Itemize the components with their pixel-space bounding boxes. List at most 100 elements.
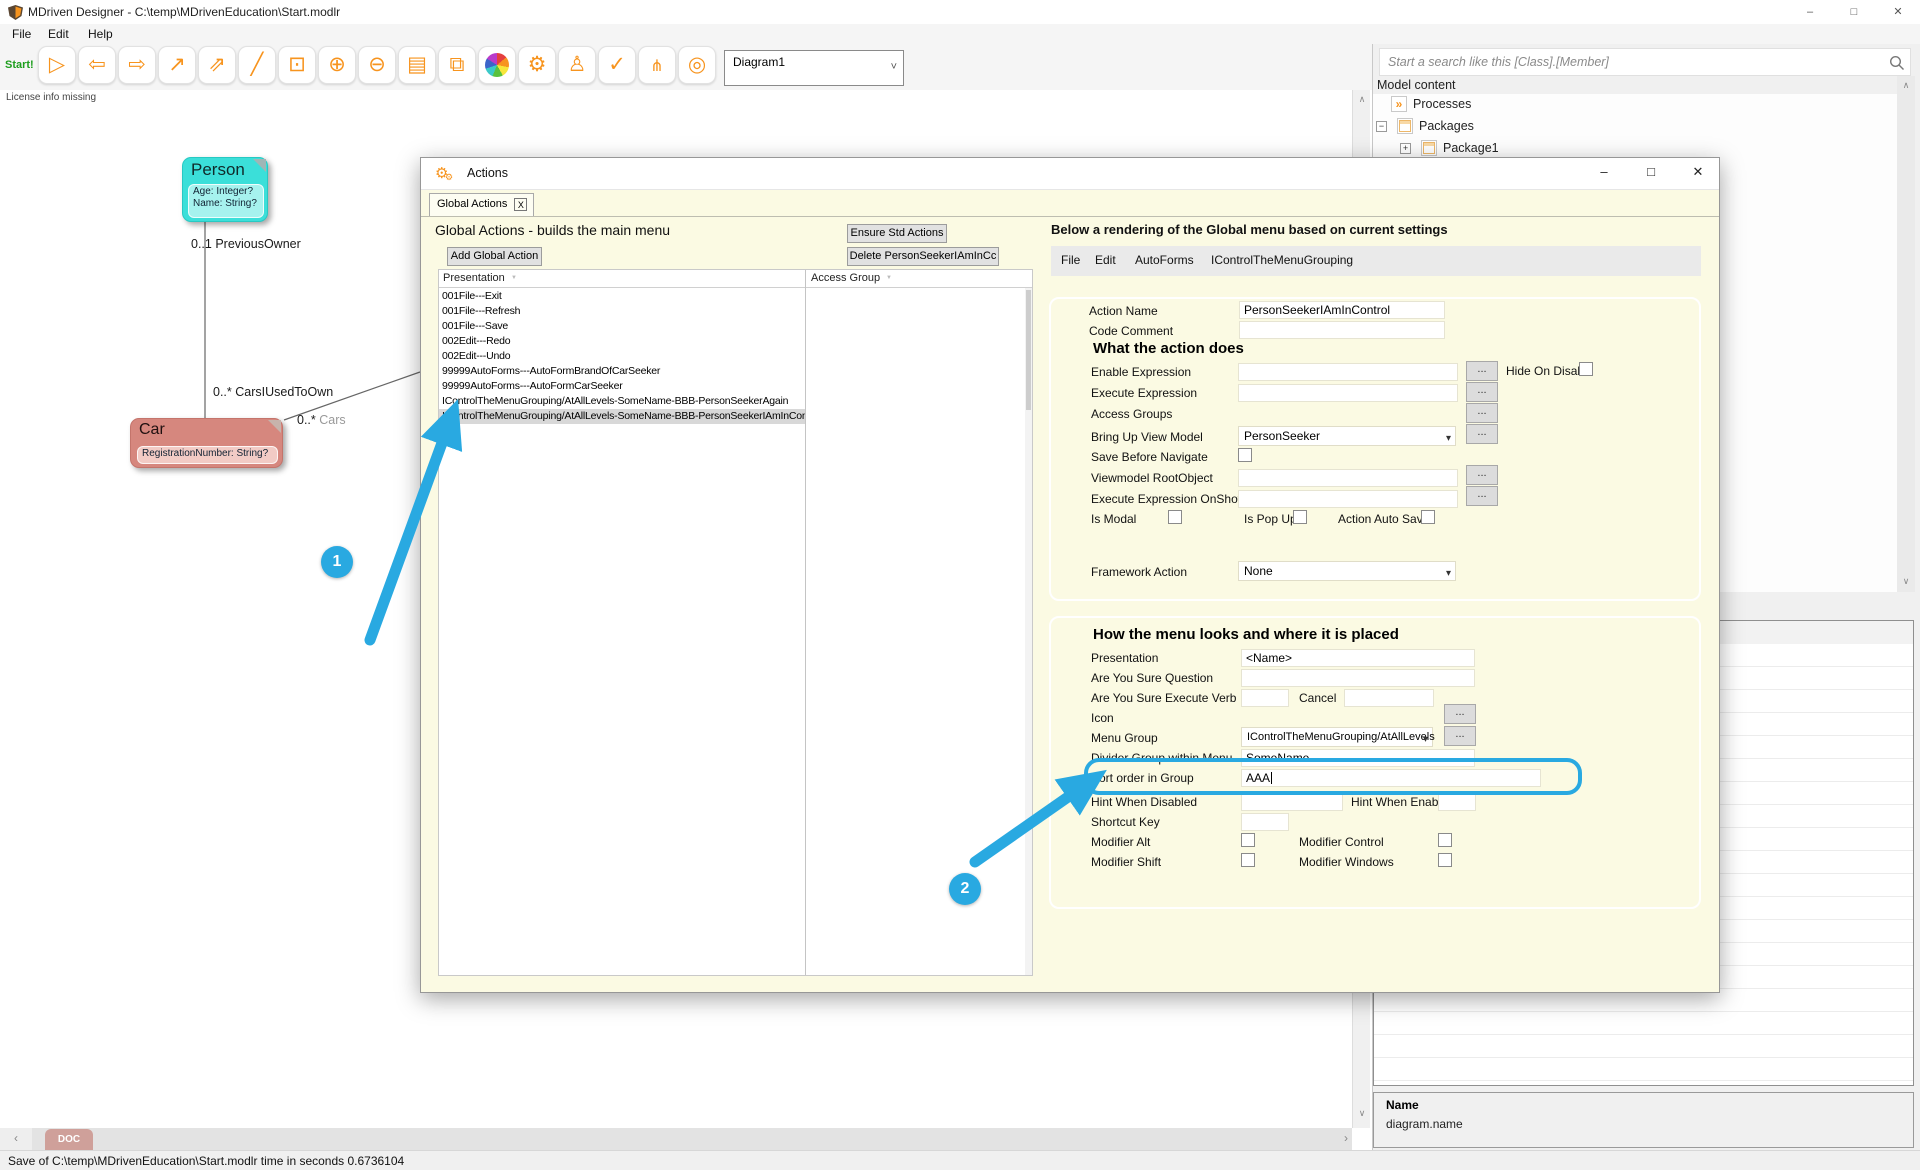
- dashed-line-icon[interactable]: ╱: [238, 46, 276, 84]
- list-scrollbar-thumb[interactable]: [1026, 290, 1031, 410]
- execute-expression-input[interactable]: [1238, 384, 1458, 402]
- list-item[interactable]: 002Edit---Undo: [439, 349, 805, 364]
- viewmodel-pick-icon[interactable]: ⊡: [278, 46, 316, 84]
- preview-menu-edit[interactable]: Edit: [1095, 253, 1116, 267]
- are-you-sure-execute-verb-input[interactable]: [1241, 689, 1289, 707]
- tab-global-actions[interactable]: Global Actions X: [429, 193, 535, 217]
- list-scrollbar[interactable]: [1025, 288, 1032, 975]
- panel-vertical-scrollbar[interactable]: ∧ ∨: [1897, 76, 1915, 592]
- canvas-horizontal-scrollbar[interactable]: ‹ DOC ›: [0, 1128, 1352, 1150]
- list-item[interactable]: 99999AutoForms---AutoFormBrandOfCarSeeke…: [439, 364, 805, 379]
- modifier-shift-checkbox[interactable]: [1241, 853, 1255, 867]
- scroll-up-icon[interactable]: ∧: [1353, 94, 1371, 105]
- save-before-navigate-checkbox[interactable]: [1238, 448, 1252, 462]
- menu-help[interactable]: Help: [88, 27, 113, 41]
- window-close-button[interactable]: ✕: [1876, 0, 1920, 24]
- forward-arrow-icon[interactable]: ⇨: [118, 46, 156, 84]
- association-arrow-icon[interactable]: ↗: [158, 46, 196, 84]
- role-label-carsiusedtoown[interactable]: 0..* CarsIUsedToOwn: [213, 385, 333, 399]
- menu-group-select[interactable]: IControlTheMenuGrouping/AtAllLevels ▾: [1241, 727, 1435, 747]
- scroll-down-icon[interactable]: ∨: [1353, 1108, 1371, 1119]
- filter-icon[interactable]: ▼: [511, 275, 517, 281]
- list-item[interactable]: IControlTheMenuGrouping/AtAllLevels-Some…: [439, 394, 805, 409]
- diagram-selector[interactable]: Diagram1 ˅: [724, 50, 904, 86]
- shortcut-key-input[interactable]: [1241, 813, 1289, 831]
- icon-ellipsis-button[interactable]: ...: [1444, 704, 1476, 724]
- scroll-down-icon[interactable]: ∨: [1897, 576, 1915, 587]
- viewmodel-rootobject-input[interactable]: [1238, 469, 1458, 487]
- execute-expression-onshow-ellipsis-button[interactable]: ...: [1466, 486, 1498, 506]
- modifier-control-checkbox[interactable]: [1438, 833, 1452, 847]
- code-comment-input[interactable]: [1239, 321, 1445, 339]
- window-minimize-button[interactable]: –: [1788, 0, 1832, 24]
- menu-file[interactable]: File: [12, 27, 31, 41]
- zoom-in-icon[interactable]: ⊕: [318, 46, 356, 84]
- sync-target-icon[interactable]: ◎: [678, 46, 716, 84]
- filter-icon[interactable]: ▼: [886, 275, 892, 281]
- are-you-sure-question-input[interactable]: [1241, 669, 1475, 687]
- action-auto-saves-checkbox[interactable]: [1421, 510, 1435, 524]
- role-label-previousowner[interactable]: 0..1 PreviousOwner: [191, 237, 301, 251]
- settings-gears-icon[interactable]: ⚙: [518, 46, 556, 84]
- autoform-icon[interactable]: ▤: [398, 46, 436, 84]
- scroll-left-icon[interactable]: ‹: [0, 1128, 32, 1150]
- hint-when-disabled-input[interactable]: [1241, 793, 1343, 811]
- modifier-windows-checkbox[interactable]: [1438, 853, 1452, 867]
- doc-tab[interactable]: DOC: [45, 1129, 93, 1150]
- menu-edit[interactable]: Edit: [48, 27, 69, 41]
- preview-menu-autoforms[interactable]: AutoForms: [1135, 253, 1194, 267]
- pattern-nodes-icon[interactable]: ⋔: [638, 46, 676, 84]
- presentation-input[interactable]: <Name>: [1241, 649, 1475, 667]
- viewmodel-rootobject-ellipsis-button[interactable]: ...: [1466, 465, 1498, 485]
- prototype-run-icon[interactable]: ⧉: [438, 46, 476, 84]
- name-property-value[interactable]: diagram.name: [1386, 1117, 1463, 1131]
- collapse-expander-icon[interactable]: −: [1376, 121, 1387, 132]
- add-global-action-button[interactable]: Add Global Action: [447, 247, 542, 266]
- dialog-minimize-button[interactable]: –: [1589, 164, 1619, 179]
- dialog-maximize-button[interactable]: □: [1636, 164, 1666, 179]
- search-input[interactable]: [1379, 48, 1911, 76]
- delete-action-button[interactable]: Delete PersonSeekerIAmInCc: [847, 247, 999, 266]
- is-modal-checkbox[interactable]: [1168, 510, 1182, 524]
- column-presentation[interactable]: Presentation: [443, 272, 505, 284]
- scroll-right-icon[interactable]: ›: [1344, 1128, 1348, 1148]
- attribute-age[interactable]: Age: Integer?: [189, 185, 263, 197]
- back-arrow-icon[interactable]: ⇦: [78, 46, 116, 84]
- is-pop-up-checkbox[interactable]: [1293, 510, 1307, 524]
- enable-expression-input[interactable]: [1238, 363, 1458, 381]
- list-item[interactable]: 001File---Refresh: [439, 304, 805, 319]
- preview-menu-icontrolthemenugrouping[interactable]: IControlTheMenuGrouping: [1211, 253, 1353, 267]
- enable-expression-ellipsis-button[interactable]: ...: [1466, 361, 1498, 381]
- zoom-out-icon[interactable]: ⊖: [358, 46, 396, 84]
- access-user-icon[interactable]: ♙: [558, 46, 596, 84]
- validate-check-icon[interactable]: ✓: [598, 46, 636, 84]
- column-access-group[interactable]: Access Group: [811, 272, 880, 284]
- tab-close-icon[interactable]: X: [514, 198, 528, 211]
- list-item[interactable]: 002Edit---Redo: [439, 334, 805, 349]
- attribute-name[interactable]: Name: String?: [189, 197, 263, 209]
- execute-expression-ellipsis-button[interactable]: ...: [1466, 382, 1498, 402]
- cancel-verb-input[interactable]: [1344, 689, 1434, 707]
- color-wheel-icon[interactable]: [478, 46, 516, 84]
- access-groups-ellipsis-button[interactable]: ...: [1466, 403, 1498, 423]
- window-maximize-button[interactable]: □: [1832, 0, 1876, 24]
- list-item[interactable]: 99999AutoForms---AutoFormCarSeeker: [439, 379, 805, 394]
- ensure-std-actions-button[interactable]: Ensure Std Actions: [847, 224, 947, 243]
- hide-on-disable-checkbox[interactable]: [1579, 362, 1593, 376]
- action-name-input[interactable]: PersonSeekerIAmInControl: [1239, 301, 1445, 319]
- list-item[interactable]: 001File---Exit: [439, 289, 805, 304]
- class-box-person[interactable]: Person Age: Integer? Name: String?: [182, 157, 268, 222]
- execute-expression-onshow-input[interactable]: [1238, 490, 1458, 508]
- role-label-cars[interactable]: 0..* Cars: [297, 413, 346, 427]
- actions-dialog-titlebar[interactable]: ⚙ ⚙ Actions – □ ✕: [421, 158, 1719, 190]
- expand-expander-icon[interactable]: +: [1400, 143, 1411, 154]
- attribute-registrationnumber[interactable]: RegistrationNumber: String?: [138, 447, 277, 459]
- list-item[interactable]: 001File---Save: [439, 319, 805, 334]
- run-play-icon[interactable]: ▷: [38, 46, 76, 84]
- bring-up-view-model-ellipsis-button[interactable]: ...: [1466, 424, 1498, 444]
- bring-up-view-model-select[interactable]: PersonSeeker ▾: [1238, 426, 1456, 446]
- scroll-up-icon[interactable]: ∧: [1897, 80, 1915, 91]
- preview-menu-file[interactable]: File: [1061, 253, 1080, 267]
- framework-action-select[interactable]: None ▾: [1238, 561, 1456, 581]
- dialog-close-button[interactable]: ✕: [1683, 164, 1713, 180]
